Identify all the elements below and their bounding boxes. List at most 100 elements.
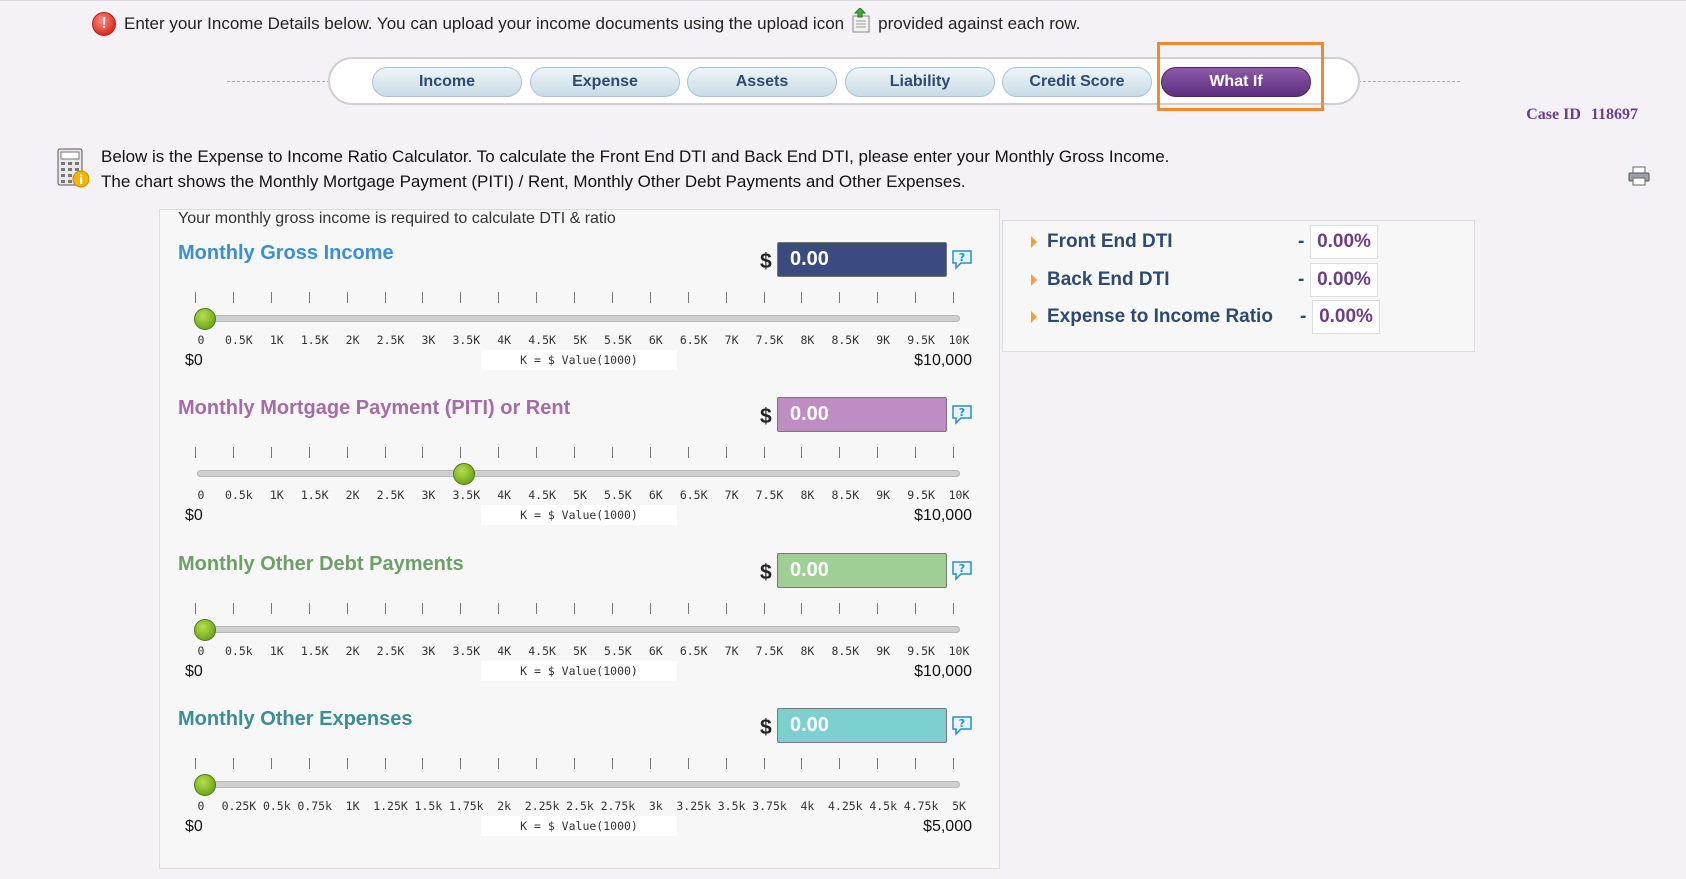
slider-tick bbox=[839, 603, 840, 614]
scale-label: 1K bbox=[269, 333, 284, 347]
scale-label: 0 bbox=[197, 799, 205, 813]
scale-label: 2.5K bbox=[376, 333, 405, 347]
slider-tick bbox=[839, 292, 840, 303]
amount-input[interactable]: 0.00 bbox=[777, 242, 947, 277]
slider-scale: 0 0.25K 0.5k 0.75k 1K 1.25K 1.5k 1.75k 2k 2.25k 2.… bbox=[187, 799, 977, 813]
tab-liability[interactable]: Liability bbox=[845, 67, 995, 97]
slider-handle[interactable] bbox=[194, 619, 216, 641]
result-label: Expense to Income Ratio bbox=[1047, 306, 1273, 327]
tab-income[interactable]: Income bbox=[372, 67, 522, 97]
tab-assets[interactable]: Assets bbox=[687, 67, 837, 97]
slider-tick bbox=[536, 758, 537, 769]
slider-tick bbox=[271, 758, 272, 769]
scale-label: 3k bbox=[648, 799, 663, 813]
scale-label: 5K bbox=[952, 799, 966, 813]
slider-tick bbox=[233, 603, 234, 614]
scale-label: 4.75k bbox=[903, 799, 939, 813]
scale-label: 9K bbox=[876, 488, 891, 502]
result-dash: - bbox=[1298, 269, 1305, 290]
amount-input[interactable]: 0.00 bbox=[777, 553, 947, 588]
help-icon[interactable]: ? bbox=[951, 559, 973, 581]
slider-tick bbox=[347, 447, 348, 458]
scale-label: 0 bbox=[197, 644, 205, 658]
slider-track[interactable] bbox=[197, 470, 960, 477]
slider-other-debt: Monthly Other Debt Payments $0.00 ? 0 0.5k… bbox=[159, 553, 1000, 708]
scale-label: 3K bbox=[421, 644, 436, 658]
slider-tick bbox=[271, 603, 272, 614]
amount-input[interactable]: 0.00 bbox=[777, 397, 947, 432]
slider-tick bbox=[498, 292, 499, 303]
scale-label: 8K bbox=[800, 488, 815, 502]
upload-icon bbox=[848, 7, 874, 34]
scale-label: 4.5k bbox=[869, 799, 898, 813]
amount-input[interactable]: 0.00 bbox=[777, 708, 947, 743]
scale-label: 5.5K bbox=[604, 488, 632, 502]
slider-handle[interactable] bbox=[453, 463, 476, 485]
help-icon[interactable]: ? bbox=[951, 403, 973, 425]
scale-label: 0.75k bbox=[297, 799, 332, 813]
help-icon[interactable]: ? bbox=[951, 714, 973, 736]
scale-label: 7.5K bbox=[755, 488, 784, 502]
currency-symbol: $ bbox=[760, 250, 772, 273]
tab-credit-score[interactable]: Credit Score bbox=[1002, 67, 1152, 97]
slider-tick bbox=[839, 447, 840, 458]
slider-ticks bbox=[195, 603, 958, 615]
slider-tick bbox=[801, 758, 802, 769]
scale-label: 0.5k bbox=[225, 644, 253, 658]
slider-handle[interactable] bbox=[194, 774, 216, 796]
help-icon[interactable]: ? bbox=[951, 248, 973, 270]
result-label: Front End DTI bbox=[1047, 231, 1173, 252]
slider-track[interactable] bbox=[197, 626, 960, 633]
slider-tick bbox=[574, 758, 575, 769]
scale-label: 8.5K bbox=[831, 333, 860, 347]
scale-label: 2.5k bbox=[566, 799, 594, 813]
slider-tick bbox=[385, 603, 386, 614]
scale-label: 3.25k bbox=[676, 799, 711, 813]
slider-ticks bbox=[195, 447, 958, 459]
intro-line-1: Below is the Expense to Income Ratio Cal… bbox=[101, 147, 1170, 166]
slider-tick bbox=[612, 292, 613, 303]
print-icon[interactable] bbox=[1628, 166, 1650, 186]
slider-tick bbox=[953, 758, 954, 769]
scale-label: 4K bbox=[497, 333, 512, 347]
slider-title: Monthly Gross Income bbox=[178, 242, 394, 264]
slider-tick bbox=[915, 447, 916, 458]
slider-ticks bbox=[195, 758, 958, 770]
slider-tick bbox=[839, 758, 840, 769]
scale-label: 1.5K bbox=[300, 644, 329, 658]
scale-label: 4.5K bbox=[528, 644, 556, 658]
currency-symbol: $ bbox=[760, 405, 772, 428]
calculator-info-icon: i bbox=[57, 148, 90, 188]
slider-tick bbox=[536, 603, 537, 614]
scale-label: 4K bbox=[497, 644, 512, 658]
result-expense-income-ratio: Expense to Income Ratio bbox=[1031, 301, 1461, 333]
slider-handle[interactable] bbox=[194, 308, 216, 330]
slider-scale: 0 0.5k 1K 1.5K 2K 2.5K 3K 3.5K 4K 4.5K 5K 5.5K 6K 6.5… bbox=[187, 488, 977, 502]
result-back-end-dti: Back End DTI bbox=[1031, 264, 1461, 296]
k-legend: K = $ Value(1000) bbox=[481, 816, 677, 836]
tab-expense[interactable]: Expense bbox=[530, 67, 680, 97]
notice-text-after: provided against each row. bbox=[878, 14, 1081, 33]
slider-tick bbox=[726, 603, 727, 614]
slider-tick bbox=[688, 603, 689, 614]
scale-label: 4.5K bbox=[528, 488, 556, 502]
scale-label: 3.75k bbox=[752, 799, 787, 813]
scale-label: 3.5K bbox=[452, 488, 481, 502]
k-legend: K = $ Value(1000) bbox=[481, 350, 677, 370]
slider-tick bbox=[195, 758, 196, 769]
results-panel: Front End DTI - 0.00% Back End DTI - 0.0… bbox=[1002, 220, 1475, 352]
scale-label: 0.5k bbox=[225, 488, 253, 502]
slider-tick bbox=[726, 447, 727, 458]
slider-tick bbox=[385, 447, 386, 458]
slider-tick bbox=[877, 603, 878, 614]
slider-tick bbox=[650, 603, 651, 614]
slider-track[interactable] bbox=[197, 315, 960, 322]
slider-gross-income: Monthly Gross Income $0.00 ? 0 0.5K 1K 1.5K 2… bbox=[159, 242, 1000, 397]
slider-tick bbox=[233, 447, 234, 458]
scale-label: 3.5K bbox=[452, 333, 481, 347]
slider-tick bbox=[915, 292, 916, 303]
slider-track[interactable] bbox=[197, 781, 960, 788]
scale-label: 8.5K bbox=[831, 644, 860, 658]
result-front-end-dti: Front End DTI bbox=[1031, 226, 1461, 258]
result-value-front-end: 0.00% bbox=[1310, 225, 1378, 259]
